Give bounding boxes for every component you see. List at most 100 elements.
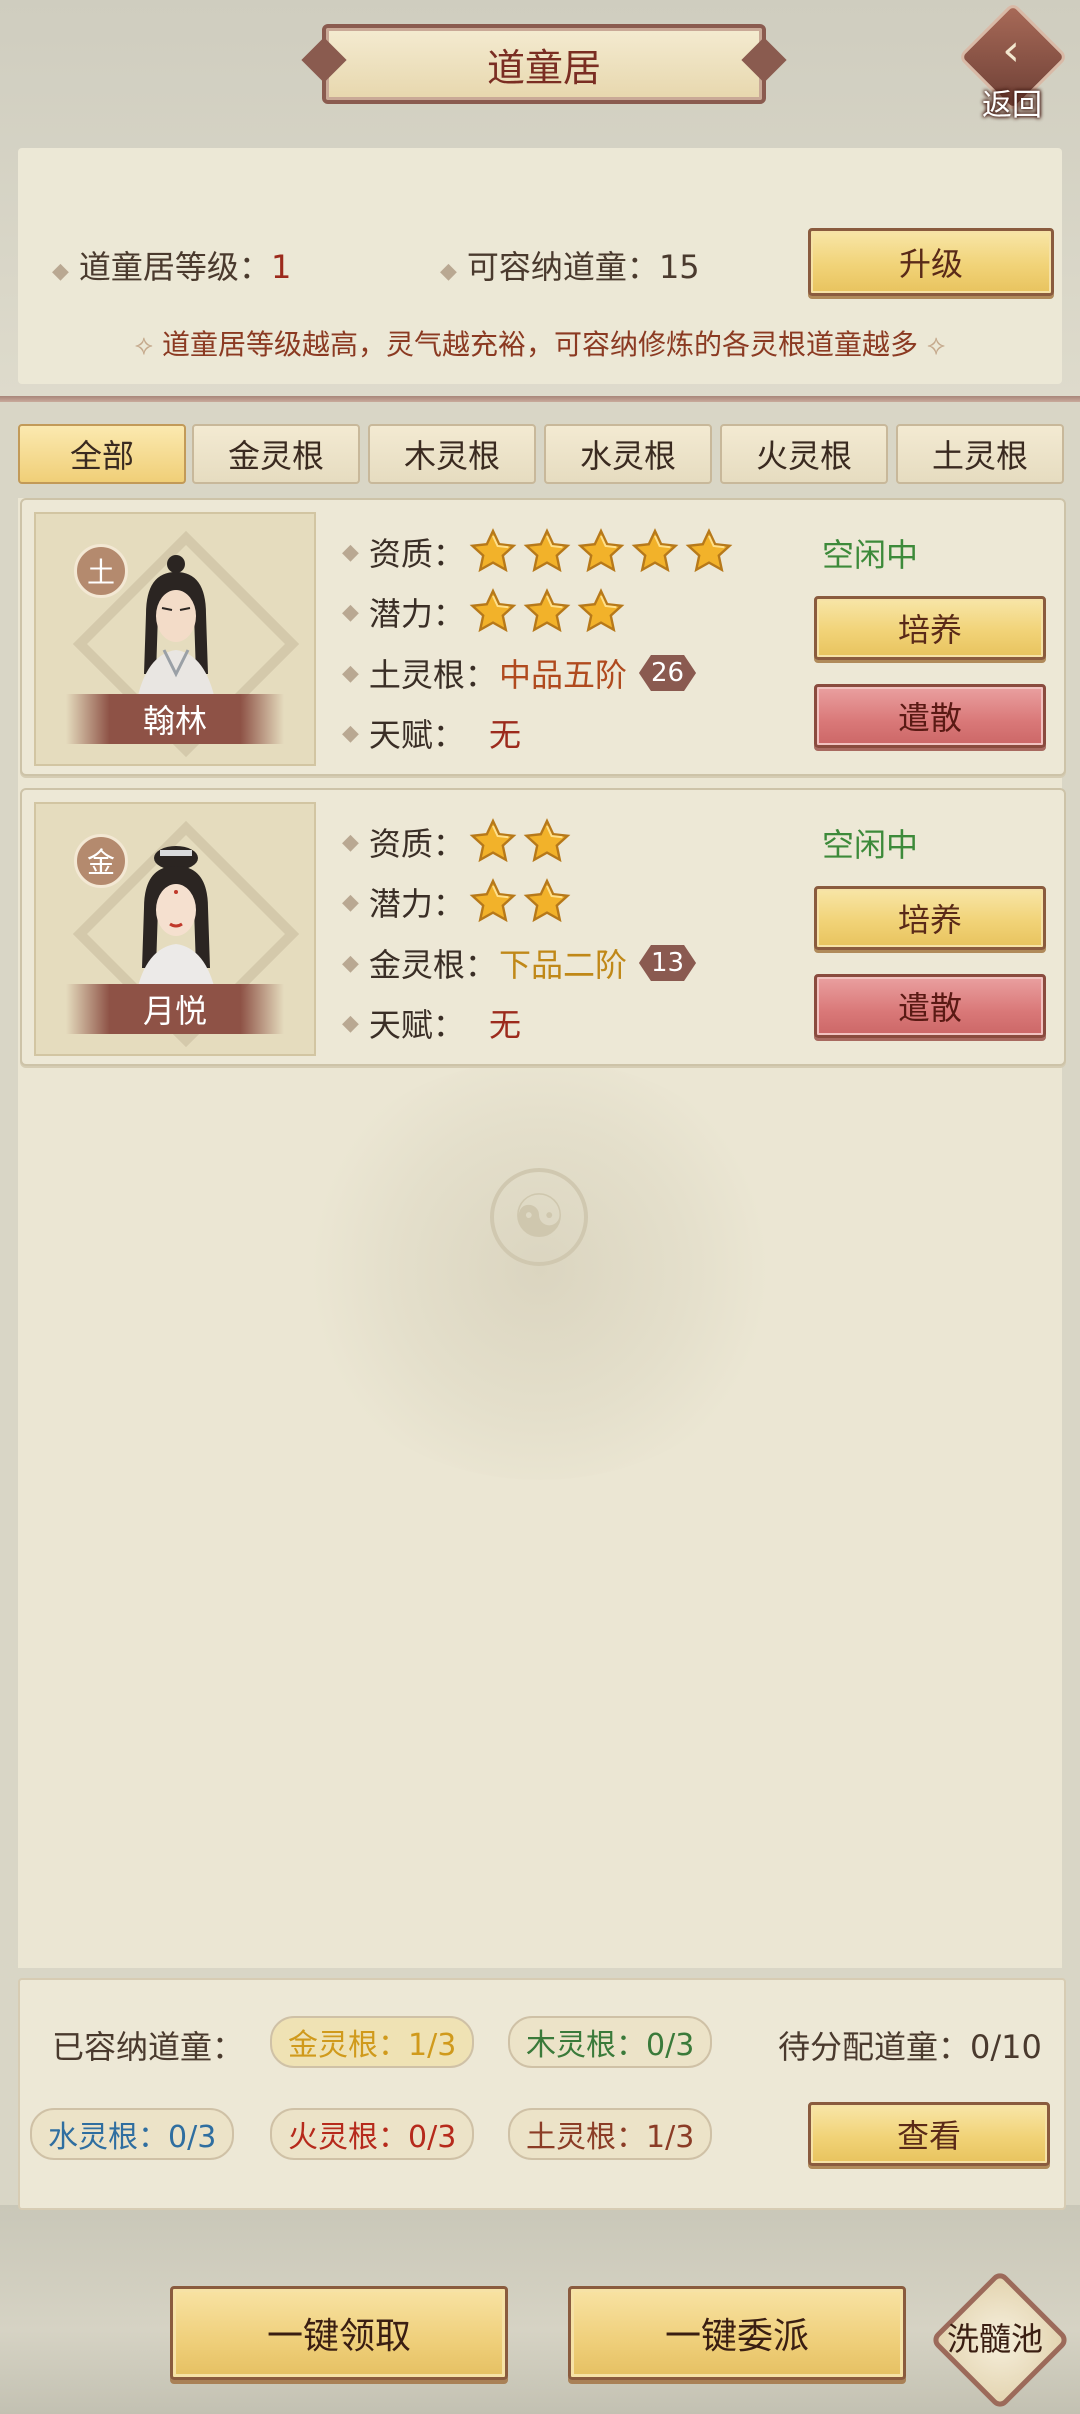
level-label: 道童居等级： <box>78 248 271 286</box>
talent-row: ◆ 天赋： 无 <box>342 710 521 756</box>
male-avatar <box>136 555 216 704</box>
star-icon <box>469 818 517 866</box>
background-bottom <box>0 2205 1080 2414</box>
diamond-bullet-icon: ◆ <box>440 259 457 284</box>
root-label: 土灵根： <box>368 656 497 694</box>
diamond-bullet-icon: ◆ <box>342 539 359 565</box>
housed-label: 已容纳道童： <box>52 2028 245 2066</box>
tab-earth[interactable]: 土灵根 <box>896 424 1064 484</box>
diamond-bullet-icon: ◆ <box>342 720 359 746</box>
potential-row: ◆ 潜力： <box>342 588 625 636</box>
tab-all[interactable]: 全部 <box>18 424 186 484</box>
root-value: 中品五阶 <box>498 656 627 694</box>
tab-water[interactable]: 水灵根 <box>544 424 712 484</box>
tab-metal[interactable]: 金灵根 <box>192 424 360 484</box>
note-ornament-left-icon: ⟡ <box>134 328 162 361</box>
tab-wood[interactable]: 木灵根 <box>368 424 536 484</box>
fire-count-pill: 火灵根：0/3 <box>270 2108 475 2160</box>
potential-label: 潜力： <box>368 885 465 923</box>
aptitude-row: ◆ 资质： <box>342 818 571 866</box>
diamond-bullet-icon: ◆ <box>342 889 359 915</box>
water-count-pill: 水灵根：0/3 <box>30 2108 235 2160</box>
note-ornament-right-icon: ⟡ <box>918 328 946 361</box>
star-icon <box>469 588 517 636</box>
disciple-name: 月悦 <box>66 984 284 1034</box>
back-button[interactable]: ‹ 返回 <box>957 1 1069 123</box>
root-row: ◆ 金灵根： 下品二阶 13 <box>342 940 696 986</box>
portrait-frame[interactable]: 土 翰林 <box>34 512 316 766</box>
diamond-bullet-icon: ◆ <box>342 950 359 976</box>
cultivate-button[interactable]: 培养 <box>814 596 1046 660</box>
star-icon <box>523 818 571 866</box>
aptitude-stars <box>469 528 733 576</box>
element-badge: 金 <box>74 834 128 888</box>
capacity-label: 可容纳道童： <box>466 248 659 286</box>
status-label: 空闲中 <box>822 826 919 864</box>
status-label: 空闲中 <box>822 536 919 574</box>
back-arrow-icon: ‹ <box>1002 25 1020 76</box>
talent-label: 天赋： <box>368 1006 465 1044</box>
star-icon <box>469 878 517 926</box>
marrow-pool-label: 洗髓池 <box>946 2320 1043 2358</box>
wood-count-pill: 木灵根：0/3 <box>508 2016 713 2068</box>
root-row: ◆ 土灵根： 中品五阶 26 <box>342 650 696 696</box>
star-icon <box>523 588 571 636</box>
root-label: 金灵根： <box>368 946 497 984</box>
divider <box>0 396 1080 402</box>
level-row: ◆ 道童居等级：1 <box>52 242 291 288</box>
disciple-card: 金 月悦 ◆ 资质： ◆ 潜力： ◆ 金灵根： 下品二阶 13 ◆ 天赋： 无 … <box>20 788 1066 1066</box>
earth-count-pill: 土灵根：1/3 <box>508 2108 713 2160</box>
disciple-name: 翰林 <box>66 694 284 744</box>
potential-label: 潜力： <box>368 595 465 633</box>
female-avatar <box>136 846 216 994</box>
assign-all-button[interactable]: 一键委派 <box>568 2286 906 2380</box>
level-value: 1 <box>270 248 292 286</box>
marrow-pool-button[interactable]: 洗髓池 <box>929 2269 1071 2411</box>
pending-label: 待分配道童：0/10 <box>778 2028 1042 2066</box>
star-icon <box>523 878 571 926</box>
star-icon <box>469 528 517 576</box>
dismiss-button[interactable]: 遣散 <box>814 684 1046 748</box>
upgrade-button[interactable]: 升级 <box>808 228 1054 296</box>
taiji-icon: ☯ <box>490 1168 588 1266</box>
potential-stars <box>469 588 625 636</box>
page-title: 道童居 <box>322 24 766 104</box>
portrait-frame[interactable]: 金 月悦 <box>34 802 316 1056</box>
star-icon <box>631 528 679 576</box>
disciple-card: 土 翰林 ◆ 资质： ◆ 潜力： ◆ 土灵根： 中品五阶 26 ◆ 天赋： 无 … <box>20 498 1066 776</box>
ink-wash-decoration <box>290 1060 790 1480</box>
root-level-tag: 26 <box>639 655 696 691</box>
potential-stars <box>469 878 571 926</box>
summary-panel: 已容纳道童： 金灵根：1/3 木灵根：0/3 待分配道童：0/10 水灵根：0/… <box>18 1978 1066 2210</box>
diamond-bullet-icon: ◆ <box>52 259 69 284</box>
diamond-bullet-icon: ◆ <box>342 829 359 855</box>
potential-row: ◆ 潜力： <box>342 878 571 926</box>
back-label: 返回 <box>982 88 1042 123</box>
metal-count-pill: 金灵根：1/3 <box>270 2016 475 2068</box>
tab-fire[interactable]: 火灵根 <box>720 424 888 484</box>
page-title-text: 道童居 <box>486 45 601 90</box>
info-note: ⟡ 道童居等级越高，灵气越充裕，可容纳修炼的各灵根道童越多 ⟡ <box>30 323 1050 363</box>
aptitude-stars <box>469 818 571 866</box>
root-value: 下品二阶 <box>498 946 627 984</box>
diamond-bullet-icon: ◆ <box>342 660 359 686</box>
talent-value: 无 <box>488 716 521 754</box>
cultivate-button[interactable]: 培养 <box>814 886 1046 950</box>
star-icon <box>523 528 571 576</box>
claim-all-button[interactable]: 一键领取 <box>170 2286 508 2380</box>
star-icon <box>577 528 625 576</box>
aptitude-label: 资质： <box>368 825 465 863</box>
dismiss-button[interactable]: 遣散 <box>814 974 1046 1038</box>
talent-row: ◆ 天赋： 无 <box>342 1000 521 1046</box>
view-button[interactable]: 查看 <box>808 2102 1050 2166</box>
capacity-value: 15 <box>658 248 700 286</box>
star-icon <box>685 528 733 576</box>
element-badge: 土 <box>74 544 128 598</box>
info-note-text: 道童居等级越高，灵气越充裕，可容纳修炼的各灵根道童越多 <box>161 328 918 361</box>
capacity-row: ◆ 可容纳道童：15 <box>440 242 700 288</box>
aptitude-label: 资质： <box>368 535 465 573</box>
diamond-bullet-icon: ◆ <box>342 1010 359 1036</box>
aptitude-row: ◆ 资质： <box>342 528 733 576</box>
root-level-tag: 13 <box>639 945 696 981</box>
diamond-bullet-icon: ◆ <box>342 599 359 625</box>
